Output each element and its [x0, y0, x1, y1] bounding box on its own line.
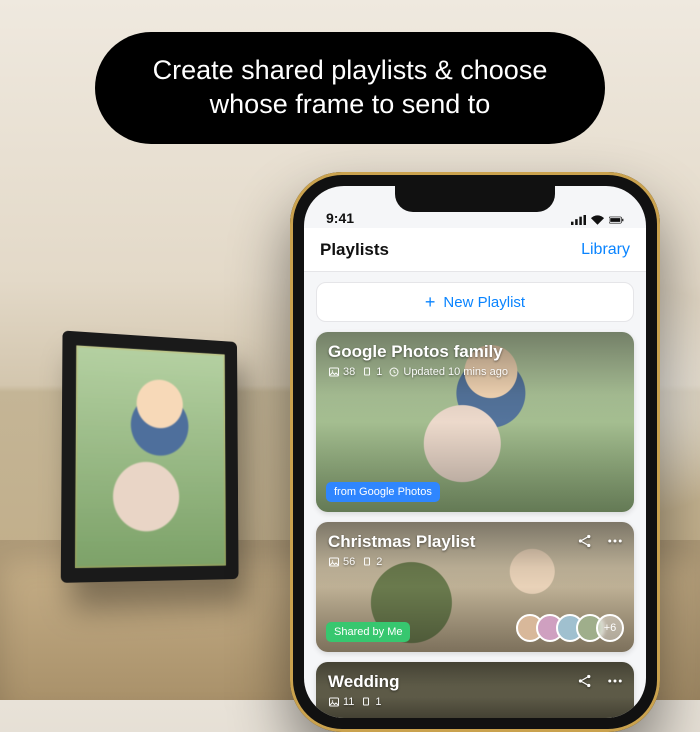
new-playlist-button[interactable]: + New Playlist [316, 282, 634, 322]
phone-notch [395, 186, 555, 212]
frame-icon [361, 556, 373, 568]
phone-mockup: 9:41 Playlists Library + New Playlist Go… [290, 172, 660, 732]
new-playlist-label: New Playlist [443, 294, 525, 311]
status-icons [571, 214, 624, 226]
page-title: Playlists [320, 240, 389, 260]
battery-icon [609, 214, 624, 226]
image-icon [328, 366, 340, 378]
shared-badge: Shared by Me [326, 622, 410, 642]
more-icon[interactable] [606, 532, 624, 550]
content-scroll[interactable]: + New Playlist Google Photos family 38 1… [304, 272, 646, 718]
source-badge: from Google Photos [326, 482, 440, 502]
wifi-icon [590, 214, 605, 226]
playlist-card[interactable]: Google Photos family 38 1 Updated 10 min… [316, 332, 634, 512]
playlist-title: Google Photos family [328, 342, 622, 362]
status-time: 9:41 [326, 210, 354, 226]
library-link[interactable]: Library [581, 241, 630, 259]
frame-icon [361, 366, 373, 378]
share-icon[interactable] [576, 672, 594, 690]
plus-icon: + [425, 293, 436, 311]
nav-bar: Playlists Library [304, 228, 646, 272]
playlist-meta: 56 2 [328, 556, 622, 568]
playlist-card[interactable]: Christmas Playlist 56 2 Shared by Me [316, 522, 634, 652]
frame-icon [360, 696, 372, 708]
phone-screen: 9:41 Playlists Library + New Playlist Go… [304, 186, 646, 718]
image-icon [328, 696, 340, 708]
playlist-meta: 11 1 [328, 696, 622, 708]
image-icon [328, 556, 340, 568]
shared-avatars[interactable]: +6 [524, 614, 624, 642]
cellular-icon [571, 214, 586, 226]
playlist-card[interactable]: Wedding 11 1 [316, 662, 634, 718]
share-icon[interactable] [576, 532, 594, 550]
playlist-meta: 38 1 Updated 10 mins ago [328, 366, 622, 378]
avatar-more: +6 [596, 614, 624, 642]
headline-banner: Create shared playlists & choose whose f… [95, 32, 605, 144]
more-icon[interactable] [606, 672, 624, 690]
digital-frame-device [61, 330, 239, 582]
clock-icon [388, 366, 400, 378]
